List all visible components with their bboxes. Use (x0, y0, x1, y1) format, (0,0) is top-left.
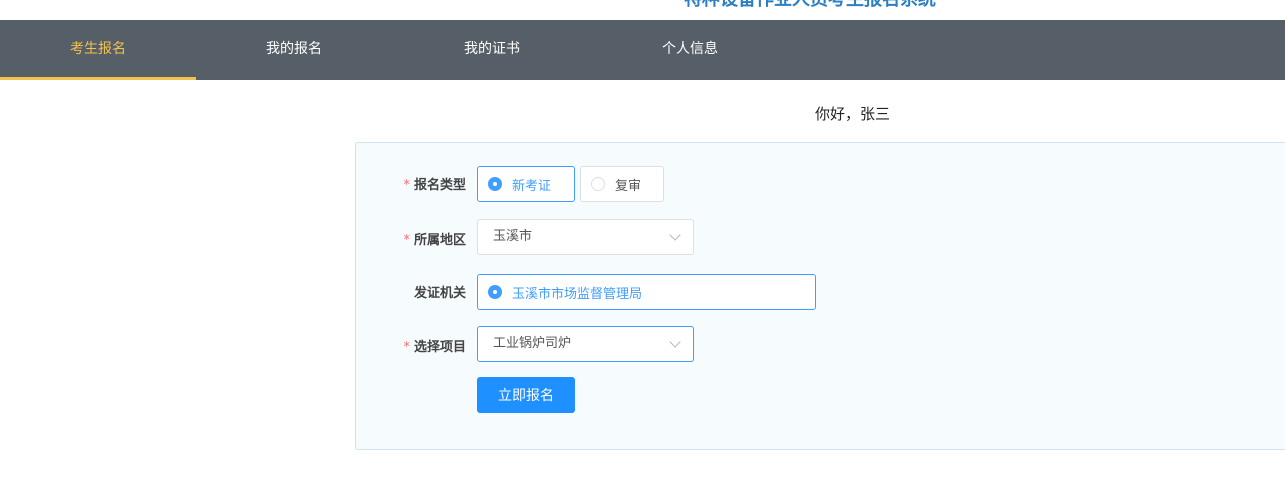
radio-checked-icon (488, 285, 502, 299)
chevron-down-icon (669, 229, 681, 241)
project-label: * 选择项目 (356, 336, 466, 355)
radio-checked-icon (488, 177, 502, 191)
greeting-text: 你好，张三 (815, 105, 891, 123)
top-navbar: 考生报名 我的报名 我的证书 个人信息 (0, 20, 1285, 80)
radio-unchecked-icon (591, 177, 605, 191)
project-select[interactable]: 工业锅炉司炉 (477, 326, 694, 362)
issuing-authority-label-text: 发证机关 (413, 286, 466, 301)
registration-type-label-text: 报名类型 (413, 178, 466, 193)
registration-form-card: * 报名类型 新考证 复审 * 所属地区 玉溪市 发证机关 玉溪市市场监督管理局 *… (355, 142, 1285, 450)
tab-my-certificates[interactable]: 我的证书 (394, 20, 590, 80)
tab-personal-info[interactable]: 个人信息 (592, 20, 788, 80)
region-label: * 所属地区 (356, 229, 466, 248)
tab-exam-registration[interactable]: 考生报名 (0, 20, 196, 80)
project-select-value: 工业锅炉司炉 (493, 336, 572, 351)
project-label-text: 选择项目 (413, 340, 466, 355)
chevron-down-icon (669, 336, 681, 348)
register-now-button[interactable]: 立即报名 (477, 377, 575, 413)
issuing-authority-label: 发证机关 (356, 282, 466, 301)
region-label-text: 所属地区 (413, 233, 466, 248)
tab-my-registrations[interactable]: 我的报名 (196, 20, 392, 80)
radio-issuing-authority[interactable]: 玉溪市市场监督管理局 (477, 274, 816, 310)
required-mark: * (403, 178, 410, 193)
app-title: 特种设备作业人员考生报名系统 (684, 0, 936, 12)
registration-type-label: * 报名类型 (356, 174, 466, 193)
required-mark: * (403, 233, 410, 248)
required-mark: * (403, 340, 410, 355)
region-select[interactable]: 玉溪市 (477, 219, 694, 255)
radio-new-certificate[interactable]: 新考证 (477, 166, 575, 202)
radio-new-certificate-label: 新考证 (512, 178, 552, 194)
radio-review[interactable]: 复审 (580, 166, 664, 202)
region-select-value: 玉溪市 (493, 229, 533, 244)
issuing-authority-value: 玉溪市市场监督管理局 (512, 286, 643, 302)
radio-review-label: 复审 (615, 178, 642, 194)
